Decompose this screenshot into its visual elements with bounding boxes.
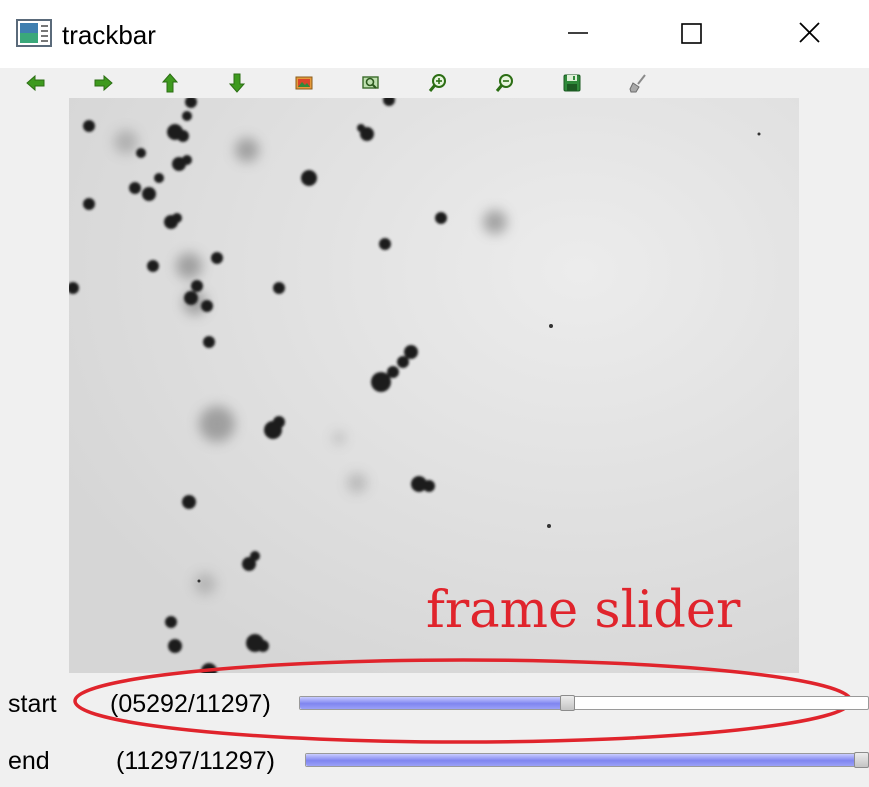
end-trackbar-value: (11297/11297) [116,747,275,775]
close-button[interactable] [779,10,839,56]
zoom-in-icon [428,74,446,92]
start-trackbar-label: start [8,690,57,718]
window-title: trackbar [62,20,156,50]
maximize-button[interactable] [662,10,722,56]
end-trackbar-label: end [8,747,50,775]
zoom-fit-icon [362,76,379,89]
arrow-down-icon [228,73,246,93]
end-trackbar-fill [306,754,861,766]
save-icon [563,74,581,92]
zoom-in-button[interactable] [427,72,449,94]
zoom-original-button[interactable] [293,72,315,94]
start-trackbar-fill [300,697,567,709]
start-trackbar-value: (05292/11297) [110,690,271,718]
minimize-icon [568,32,588,34]
start-trackbar[interactable] [299,695,869,711]
maximize-icon [681,23,702,44]
pan-left-button[interactable] [25,72,47,94]
pan-up-button[interactable] [159,72,181,94]
app-icon [16,19,52,47]
image-icon [295,76,313,90]
end-trackbar[interactable] [305,752,869,768]
save-button[interactable] [561,72,583,94]
end-trackbar-handle[interactable] [854,752,869,768]
pan-down-button[interactable] [226,72,248,94]
arrow-left-icon [26,74,45,92]
broom-icon [629,74,646,93]
minimize-button[interactable] [548,10,608,56]
start-trackbar-handle[interactable] [559,695,575,711]
zoom-fit-button[interactable] [360,72,382,94]
arrow-right-icon [94,74,113,92]
toolbar [0,68,869,98]
properties-button[interactable] [628,72,650,94]
zoom-out-button[interactable] [494,72,516,94]
zoom-out-icon [495,74,513,92]
title-bar: trackbar [0,0,869,68]
close-icon [799,22,820,43]
frame-slider-annotation: frame slider [426,581,741,640]
pan-right-button[interactable] [92,72,114,94]
arrow-up-icon [161,73,179,93]
